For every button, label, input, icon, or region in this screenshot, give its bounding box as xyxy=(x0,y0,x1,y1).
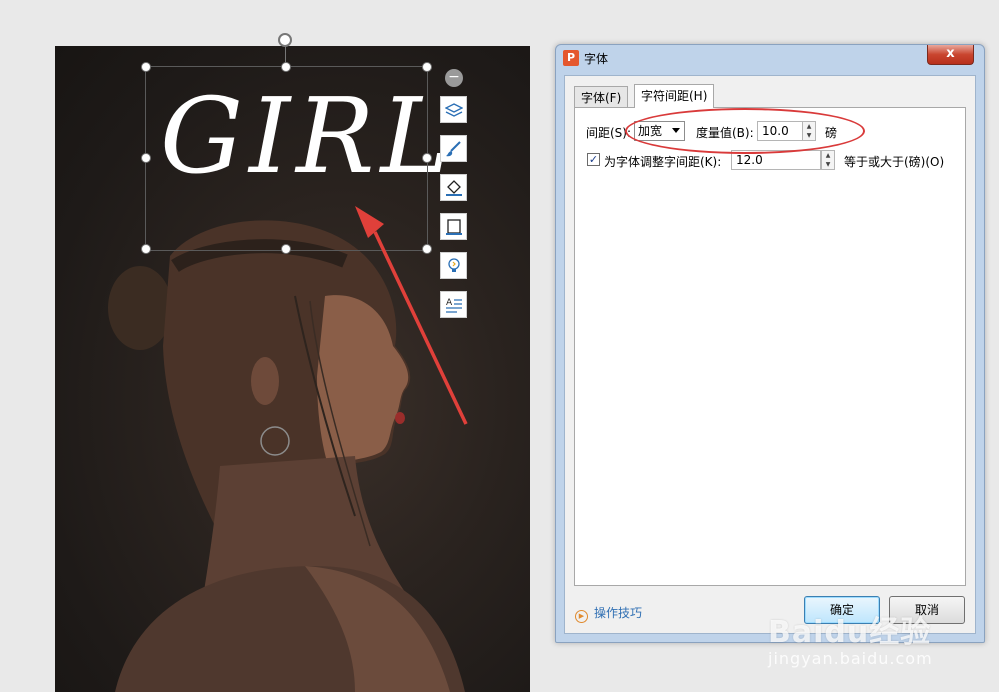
spin-up-icon[interactable]: ▲ xyxy=(822,151,834,160)
spin-down-icon[interactable]: ▼ xyxy=(822,160,834,169)
close-button[interactable]: x xyxy=(927,45,974,65)
dialog-title: 字体 xyxy=(584,52,609,66)
tips-link[interactable]: ▶ 操作技巧 xyxy=(575,604,642,623)
tab-char-spacing[interactable]: 字符间距(H) xyxy=(634,84,715,108)
watermark-logo: Baidu经验 xyxy=(768,615,932,650)
app-icon: P xyxy=(563,50,579,66)
red-highlight-oval xyxy=(625,108,865,154)
kerning-suffix: 等于或大于(磅)(O) xyxy=(844,155,945,169)
tab-font[interactable]: 字体(F) xyxy=(574,86,629,108)
kerning-spinner[interactable]: ▲ ▼ xyxy=(821,150,835,170)
tips-label: 操作技巧 xyxy=(594,606,643,620)
kerning-label: 为字体调整字间距(K): xyxy=(604,155,722,169)
tab-panel xyxy=(574,107,966,586)
play-icon: ▶ xyxy=(575,610,588,623)
dialog-titlebar[interactable]: P 字体 x xyxy=(556,45,984,75)
kerning-checkbox[interactable]: ✓ xyxy=(587,153,600,166)
watermark-url: jingyan.baidu.com xyxy=(768,649,933,668)
